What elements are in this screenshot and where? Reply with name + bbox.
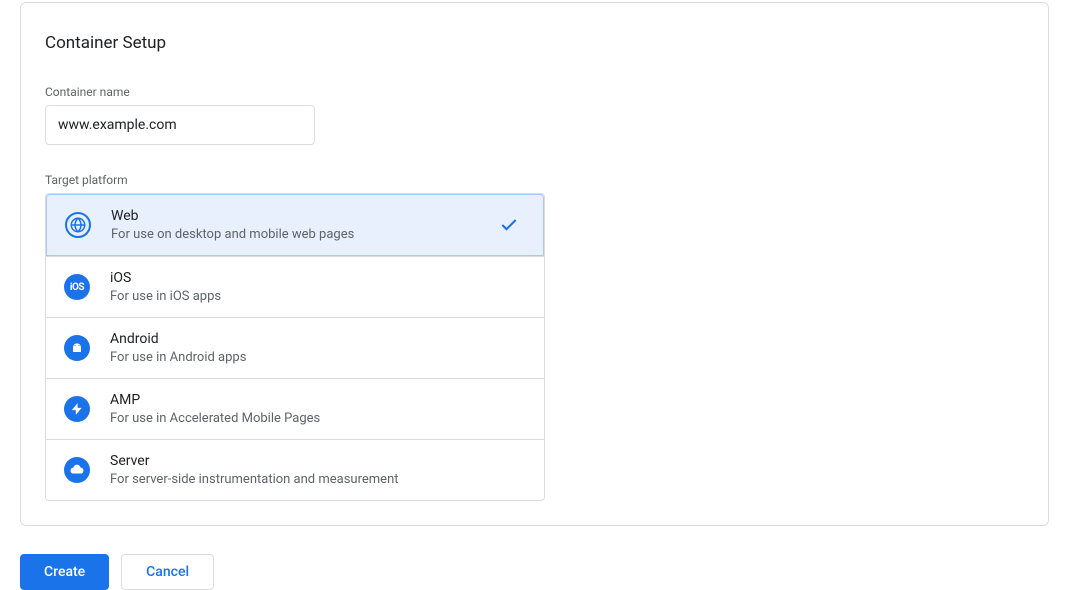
platform-text: Android For use in Android apps: [110, 330, 526, 366]
server-icon: [64, 457, 90, 483]
platform-option-android[interactable]: Android For use in Android apps: [46, 317, 544, 378]
amp-icon: [64, 396, 90, 422]
platform-description: For server-side instrumentation and meas…: [110, 471, 526, 488]
android-icon: [64, 335, 90, 361]
platform-title: Web: [111, 207, 499, 225]
platform-title: Android: [110, 330, 526, 348]
globe-icon: [65, 212, 91, 238]
platform-option-web[interactable]: Web For use on desktop and mobile web pa…: [46, 194, 544, 256]
target-platform-label: Target platform: [45, 173, 1024, 187]
platform-title: iOS: [110, 269, 526, 287]
container-setup-card: Container Setup Container name Target pl…: [20, 2, 1049, 526]
platform-text: Web For use on desktop and mobile web pa…: [111, 207, 499, 243]
create-button[interactable]: Create: [20, 554, 109, 590]
button-row: Create Cancel: [20, 554, 1069, 590]
platform-option-server[interactable]: Server For server-side instrumentation a…: [46, 439, 544, 500]
platform-title: Server: [110, 452, 526, 470]
platform-text: Server For server-side instrumentation a…: [110, 452, 526, 488]
platform-description: For use on desktop and mobile web pages: [111, 226, 499, 243]
platform-description: For use in Accelerated Mobile Pages: [110, 410, 526, 427]
platform-option-ios[interactable]: iOS iOS For use in iOS apps: [46, 256, 544, 317]
platform-list: Web For use on desktop and mobile web pa…: [45, 193, 545, 501]
platform-description: For use in iOS apps: [110, 288, 526, 305]
container-name-label: Container name: [45, 85, 1024, 99]
platform-option-amp[interactable]: AMP For use in Accelerated Mobile Pages: [46, 378, 544, 439]
card-title: Container Setup: [45, 33, 1024, 53]
platform-description: For use in Android apps: [110, 349, 526, 366]
platform-text: iOS For use in iOS apps: [110, 269, 526, 305]
platform-title: AMP: [110, 391, 526, 409]
cancel-button[interactable]: Cancel: [121, 554, 214, 590]
container-name-input[interactable]: [45, 105, 315, 145]
platform-text: AMP For use in Accelerated Mobile Pages: [110, 391, 526, 427]
check-icon: [499, 215, 519, 235]
ios-icon: iOS: [64, 274, 90, 300]
